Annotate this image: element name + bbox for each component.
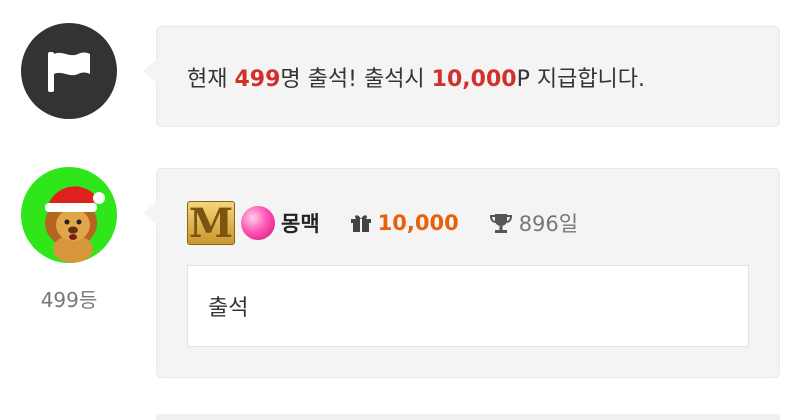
flag-icon [48,52,90,92]
next-item-edge [156,414,780,420]
gift-icon [350,215,371,232]
rank-label: 499등 [40,288,98,312]
lion-santa-avatar [45,186,105,263]
trophy-icon [489,214,512,233]
notice-text-mid: 명 출석! 출석시 [280,67,432,92]
nickname[interactable]: 몽맥 [281,208,320,238]
candy-icon [241,206,275,240]
notice-bubble: 현재 499명 출석! 출석시 10,000P 지급합니다. [143,26,780,127]
notice-text-before: 현재 [187,67,235,92]
notice-text: 현재 499명 출석! 출석시 10,000P 지급합니다. [187,61,645,93]
attendance-count: 499 [234,67,281,92]
attendance-days: 896일 [518,212,579,236]
comment-text: 출석 [208,296,249,321]
level-badge-icon: M [187,199,235,247]
user-points: 10,000 [377,211,459,235]
reward-points: 10,000 [431,67,517,92]
comment-body: 출석 [187,265,749,347]
user-avatar[interactable] [21,167,117,263]
comment-meta: M 몽맥 10,000 896일 [187,199,579,247]
flag-avatar [21,23,117,119]
comment-bubble: M 몽맥 10,000 896일 출석 [143,168,780,378]
notice-text-after: P 지급합니다. [516,67,646,92]
